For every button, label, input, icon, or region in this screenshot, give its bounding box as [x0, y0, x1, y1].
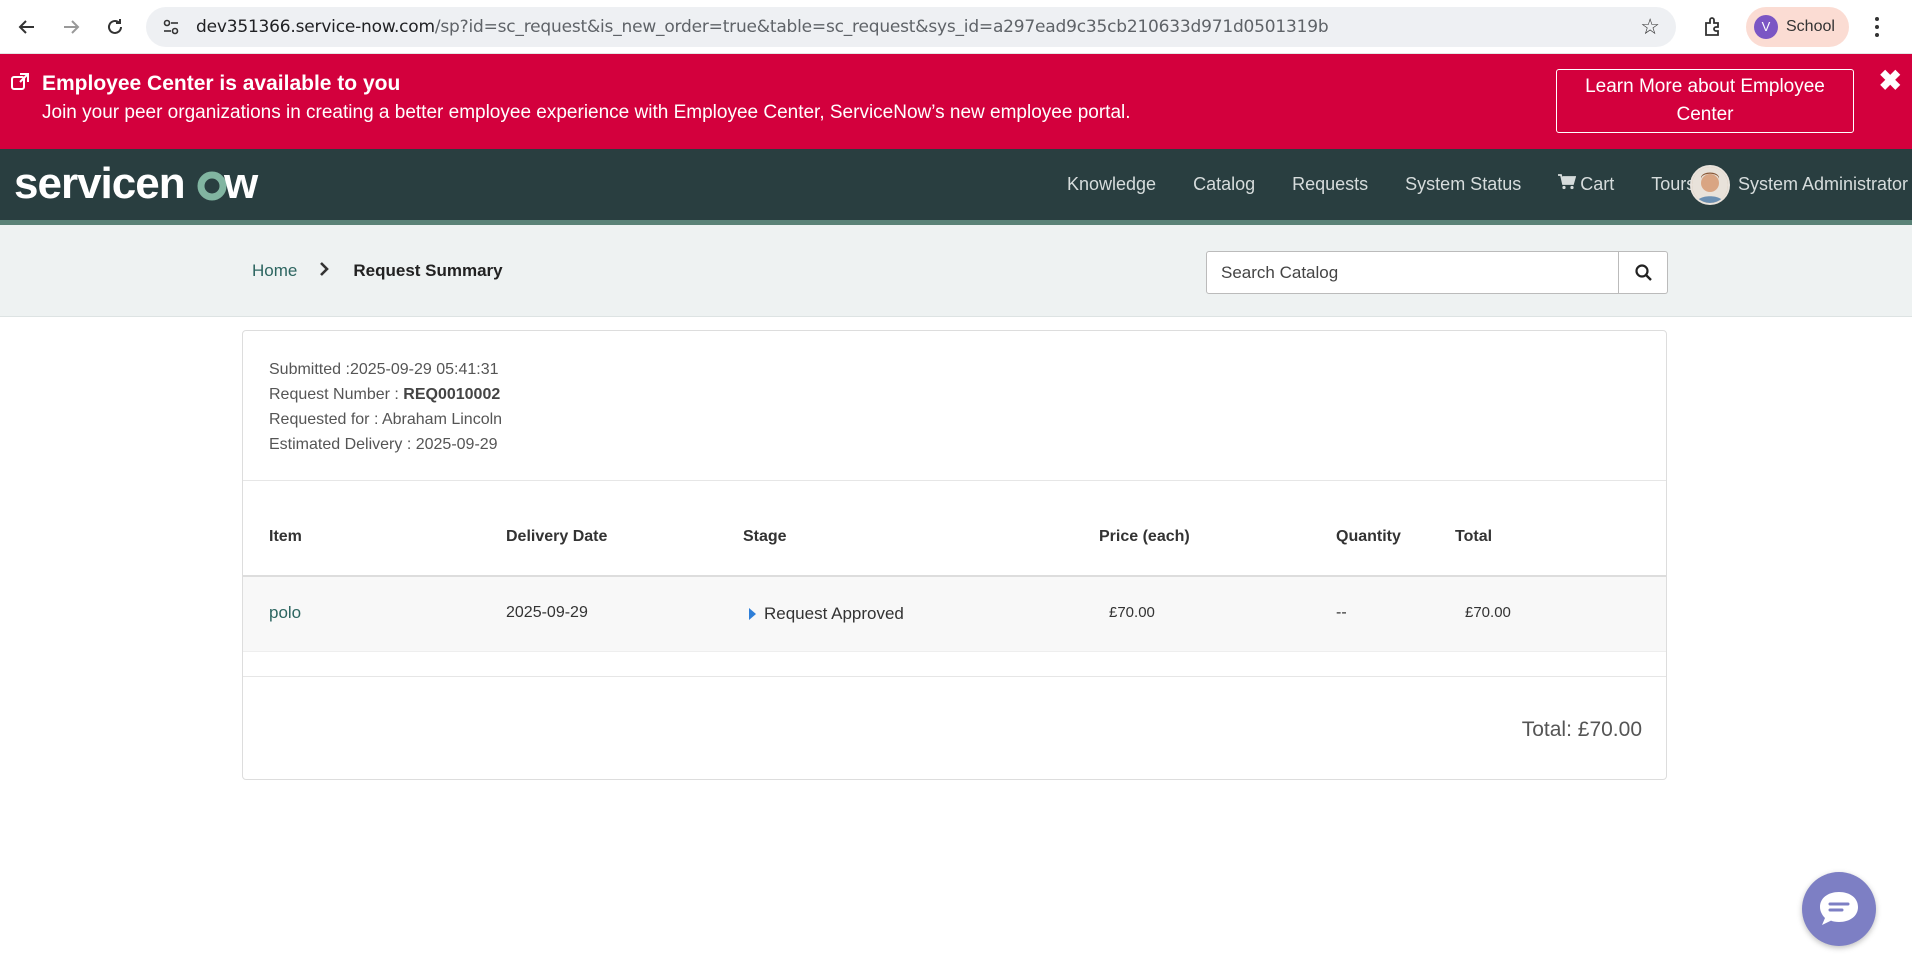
extensions-icon[interactable] — [1698, 12, 1728, 42]
nav-tours[interactable]: Tours — [1651, 174, 1695, 195]
column-header-item: Item — [269, 528, 302, 545]
row-delivery-date: 2025-09-29 — [506, 604, 588, 621]
external-link-icon — [10, 72, 32, 94]
svg-text:w: w — [223, 163, 259, 207]
row-price: £70.00 — [1109, 604, 1155, 621]
breadcrumb-bar: Home Request Summary — [0, 225, 1912, 317]
search-input[interactable] — [1206, 251, 1619, 294]
requested-for-line: Requested for : Abraham Lincoln — [269, 407, 1640, 432]
requested-for-label: Requested for : — [269, 411, 382, 428]
row-stage[interactable]: Request Approved — [749, 604, 904, 624]
stage-text: Request Approved — [764, 604, 904, 623]
profile-label: School — [1786, 17, 1835, 35]
menu-icon[interactable] — [1867, 16, 1887, 37]
url-text: dev351366.service-now.com/sp?id=sc_reque… — [196, 17, 1640, 37]
svg-text:servicen: servicen — [14, 163, 185, 207]
browser-toolbar: dev351366.service-now.com/sp?id=sc_reque… — [0, 0, 1912, 54]
item-link[interactable]: polo — [269, 603, 301, 623]
reload-icon[interactable] — [100, 12, 130, 42]
search-icon — [1634, 264, 1652, 281]
table-footer-divider — [243, 652, 1666, 677]
submitted-line: Submitted :2025-09-29 05:41:31 — [269, 357, 1640, 382]
close-icon[interactable]: ✖ — [1879, 64, 1902, 97]
submitted-value: 2025-09-29 05:41:31 — [349, 361, 499, 378]
site-settings-icon[interactable] — [160, 16, 182, 38]
row-total: £70.00 — [1465, 604, 1511, 621]
cart-icon — [1558, 174, 1577, 195]
profile-button[interactable]: V School — [1746, 6, 1849, 47]
chat-icon — [1820, 892, 1858, 925]
nav-system-status[interactable]: System Status — [1405, 174, 1521, 195]
portal-header: servicen w Knowledge Catalog Requests Sy… — [0, 149, 1912, 225]
servicenow-logo[interactable]: servicen w — [14, 163, 264, 207]
row-quantity: -- — [1336, 604, 1347, 621]
requested-for-value: Abraham Lincoln — [381, 411, 503, 428]
url-path: /sp?id=sc_request&is_new_order=true&tabl… — [434, 16, 1329, 37]
back-icon[interactable] — [12, 12, 42, 42]
nav-knowledge[interactable]: Knowledge — [1067, 174, 1156, 195]
banner-title: Employee Center is available to you — [42, 72, 401, 95]
table-row: polo 2025-09-29 Request Approved £70.00 … — [243, 577, 1666, 652]
column-header-stage: Stage — [743, 528, 787, 545]
request-meta: Submitted :2025-09-29 05:41:31 Request N… — [243, 331, 1666, 481]
star-icon[interactable]: ☆ — [1640, 14, 1660, 40]
user-menu[interactable]: System Administrator — [1690, 149, 1908, 220]
banner-description: Join your peer organizations in creating… — [42, 102, 1131, 123]
url-host: dev351366.service-now.com — [196, 16, 435, 37]
forward-icon[interactable] — [56, 12, 86, 42]
request-summary-panel: Submitted :2025-09-29 05:41:31 Request N… — [242, 330, 1667, 780]
nav-cart-label: Cart — [1580, 174, 1615, 194]
column-header-total: Total — [1455, 528, 1493, 545]
nav-requests[interactable]: Requests — [1292, 174, 1368, 195]
nav-catalog[interactable]: Catalog — [1193, 174, 1255, 195]
submitted-label: Submitted : — [269, 361, 350, 378]
breadcrumb-current: Request Summary — [353, 261, 503, 280]
table-header: Item Delivery Date Stage Price (each) Qu… — [243, 481, 1666, 577]
learn-more-button[interactable]: Learn More about Employee Center — [1556, 69, 1854, 133]
breadcrumb-home[interactable]: Home — [252, 261, 297, 281]
estimated-delivery-value: 2025-09-29 — [415, 436, 498, 453]
catalog-search — [1206, 251, 1668, 294]
user-name: System Administrator — [1738, 174, 1909, 194]
column-header-delivery-date: Delivery Date — [506, 528, 608, 545]
estimated-delivery-line: Estimated Delivery : 2025-09-29 — [269, 432, 1640, 457]
request-number-label: Request Number : — [269, 386, 404, 403]
chat-button[interactable] — [1802, 872, 1876, 946]
grand-total: Total: £70.00 — [1521, 718, 1642, 741]
breadcrumb: Home Request Summary — [252, 225, 503, 317]
estimated-delivery-label: Estimated Delivery : — [269, 436, 416, 453]
header-nav: Knowledge Catalog Requests System Status… — [1067, 149, 1732, 220]
announcement-banner: Employee Center is available to you Join… — [0, 54, 1912, 149]
request-number-value: REQ0010002 — [403, 386, 501, 403]
nav-cart[interactable]: Cart — [1558, 174, 1614, 195]
request-number-line: Request Number : REQ0010002 — [269, 382, 1640, 407]
column-header-quantity: Quantity — [1336, 528, 1401, 545]
search-button[interactable] — [1619, 251, 1668, 294]
avatar — [1690, 164, 1730, 205]
address-bar[interactable]: dev351366.service-now.com/sp?id=sc_reque… — [146, 6, 1676, 47]
chevron-right-icon — [319, 261, 330, 281]
profile-avatar: V — [1754, 14, 1778, 39]
expand-triangle-icon — [749, 608, 756, 620]
column-header-price: Price (each) — [1099, 528, 1190, 545]
